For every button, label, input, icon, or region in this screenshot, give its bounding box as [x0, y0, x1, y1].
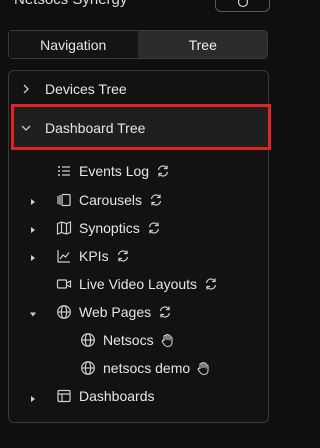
hand-icon[interactable] — [160, 333, 175, 348]
tree-item-netsocs-demo[interactable]: netsocs demo — [80, 357, 211, 379]
dashboard-icon — [56, 388, 72, 404]
tree-item-label: Netsocs — [103, 332, 154, 348]
settings-button[interactable] — [215, 0, 270, 12]
refresh-icon[interactable] — [158, 305, 172, 319]
app-title: Netsocs Synergy — [14, 0, 127, 8]
tab-navigation[interactable]: Navigation — [9, 31, 139, 58]
tree-item-events-log[interactable]: Events Log — [56, 160, 170, 182]
tree-item-devices-tree[interactable]: Devices Tree — [45, 78, 127, 100]
tab-tree[interactable]: Tree — [138, 31, 267, 58]
title-bar: Netsocs Synergy — [0, 0, 281, 18]
tree-item-label: Live Video Layouts — [79, 276, 198, 292]
chevron-down-icon[interactable] — [28, 309, 38, 319]
tree-item-live-video-layouts[interactable]: Live Video Layouts — [56, 273, 218, 295]
globe-icon — [80, 360, 96, 376]
tree-item-netsocs[interactable]: Netsocs — [80, 329, 175, 351]
refresh-icon[interactable] — [204, 277, 218, 291]
list-icon — [58, 166, 70, 176]
tree-item-carousels[interactable]: Carousels — [56, 189, 163, 211]
refresh-icon[interactable] — [116, 249, 130, 263]
tree-item-label: Events Log — [79, 163, 150, 179]
tree-item-label: netsocs demo — [103, 360, 191, 376]
refresh-icon[interactable] — [156, 164, 170, 178]
chevron-right-icon[interactable] — [28, 225, 38, 235]
tree-item-kpis[interactable]: KPIs — [56, 245, 130, 267]
gear-icon — [237, 0, 249, 8]
carousel-icon — [56, 192, 72, 208]
refresh-icon[interactable] — [147, 221, 161, 235]
tree-item-label: Carousels — [79, 192, 143, 208]
refresh-icon[interactable] — [149, 193, 163, 207]
tree-item-label: Synoptics — [79, 220, 140, 236]
chevron-right-icon[interactable] — [21, 84, 31, 94]
tree-item-dashboard-tree[interactable]: Dashboard Tree — [45, 117, 145, 139]
globe-icon — [56, 304, 72, 320]
tree-item-label: Dashboards — [79, 388, 155, 404]
view-tabs: Navigation Tree — [8, 30, 268, 59]
tree-item-web-pages[interactable]: Web Pages — [56, 301, 172, 323]
tree-item-label: Web Pages — [79, 304, 152, 320]
video-camera-icon — [56, 276, 72, 292]
chevron-down-icon[interactable] — [21, 123, 31, 133]
map-icon — [56, 220, 72, 236]
chevron-right-icon[interactable] — [28, 253, 38, 263]
line-chart-icon — [56, 248, 72, 264]
hand-icon[interactable] — [196, 361, 211, 376]
tree-item-dashboards[interactable]: Dashboards — [56, 385, 155, 407]
tree-item-label: KPIs — [79, 248, 109, 264]
chevron-right-icon[interactable] — [28, 197, 38, 207]
tree-item-synoptics[interactable]: Synoptics — [56, 217, 161, 239]
globe-icon — [80, 332, 96, 348]
chevron-right-icon[interactable] — [28, 394, 38, 404]
